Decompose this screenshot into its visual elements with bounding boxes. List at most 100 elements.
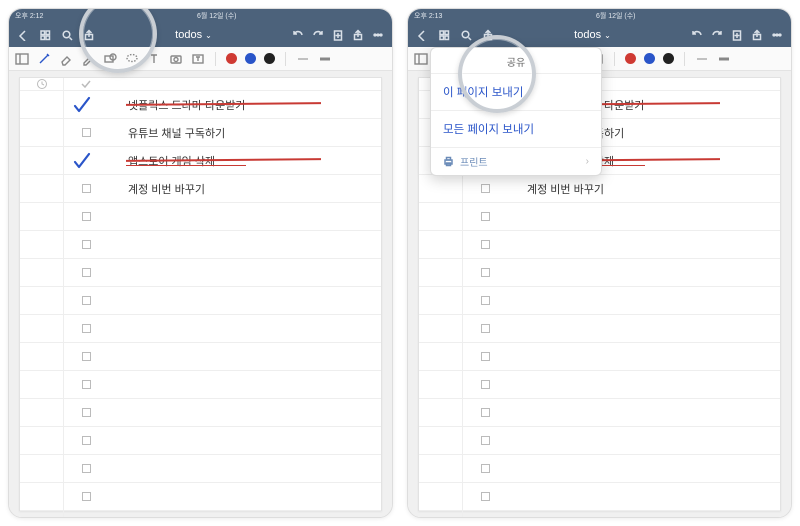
thick-line-icon[interactable] [717,52,731,66]
nav-title[interactable]: todos ⌄ [105,29,282,41]
text-icon[interactable] [147,52,161,66]
color-red[interactable] [226,53,237,64]
lasso-icon[interactable] [125,52,139,66]
highlighter-icon[interactable] [81,52,95,66]
row-checkbox[interactable] [64,399,108,426]
todo-label[interactable] [507,259,780,286]
todo-label[interactable] [108,399,381,426]
popover-print[interactable]: 프린트 › [431,148,601,175]
nav-title[interactable]: todos ⌄ [504,29,681,41]
todo-label[interactable] [108,315,381,342]
todo-label[interactable] [108,455,381,482]
row-checkbox[interactable] [64,287,108,314]
row-checkbox[interactable] [64,511,108,517]
export-icon[interactable] [751,29,763,41]
grid-icon[interactable] [39,29,51,41]
row-checkbox[interactable] [463,455,507,482]
share-icon[interactable] [83,29,95,41]
thin-line-icon[interactable] [296,52,310,66]
add-page-icon[interactable] [731,29,743,41]
color-black[interactable] [663,53,674,64]
pen-icon[interactable] [37,52,51,66]
color-blue[interactable] [644,53,655,64]
camera-icon[interactable] [169,52,183,66]
textbox-icon[interactable] [191,52,205,66]
todo-label[interactable] [108,511,381,517]
row-checkbox[interactable] [463,483,507,510]
row-checkbox[interactable] [463,287,507,314]
share-icon[interactable] [482,29,494,41]
page[interactable]: 넷플릭스 드라마 다운받기유튜브 채널 구독하기앱스토어 게임 삭제계정 비번 … [19,77,382,511]
color-red[interactable] [625,53,636,64]
todo-label[interactable]: 계정 비번 바꾸기 [108,175,381,202]
redo-icon[interactable] [711,29,723,41]
todo-label[interactable] [507,231,780,258]
add-page-icon[interactable] [332,29,344,41]
todo-label[interactable] [507,455,780,482]
search-icon[interactable] [460,29,472,41]
row-checkbox[interactable] [64,175,108,202]
todo-label[interactable] [108,483,381,510]
row-checkbox[interactable] [463,259,507,286]
todo-label[interactable]: 계정 비번 바꾸기 [507,175,780,202]
row-checkbox[interactable] [64,455,108,482]
shape-icon[interactable] [103,52,117,66]
eraser-icon[interactable] [59,52,73,66]
color-black[interactable] [264,53,275,64]
row-checkbox[interactable] [463,315,507,342]
sidebar-icon[interactable] [15,52,29,66]
back-icon[interactable] [416,29,428,41]
undo-icon[interactable] [292,29,304,41]
row-checkbox[interactable] [64,119,108,146]
row-checkbox[interactable] [64,371,108,398]
todo-label[interactable]: 넷플릭스 드라마 다운받기 [108,91,381,118]
row-checkbox[interactable] [64,343,108,370]
row-checkbox[interactable] [463,175,507,202]
export-icon[interactable] [352,29,364,41]
todo-label[interactable] [108,371,381,398]
thick-line-icon[interactable] [318,52,332,66]
row-checkbox[interactable] [64,203,108,230]
row-checkbox[interactable] [64,231,108,258]
todo-label[interactable] [507,511,780,517]
todo-label[interactable] [108,231,381,258]
more-icon[interactable] [771,29,783,41]
todo-label[interactable] [108,203,381,230]
todo-label[interactable] [507,399,780,426]
row-checkbox[interactable] [463,231,507,258]
row-checkbox[interactable] [64,91,108,118]
todo-label[interactable] [108,427,381,454]
todo-label[interactable] [507,203,780,230]
row-checkbox[interactable] [463,203,507,230]
todo-label[interactable] [507,371,780,398]
redo-icon[interactable] [312,29,324,41]
row-checkbox[interactable] [64,315,108,342]
grid-icon[interactable] [438,29,450,41]
row-checkbox[interactable] [64,259,108,286]
row-checkbox[interactable] [463,511,507,517]
row-checkbox[interactable] [463,371,507,398]
row-checkbox[interactable] [64,427,108,454]
back-icon[interactable] [17,29,29,41]
todo-label[interactable] [507,483,780,510]
todo-label[interactable]: 앱스토어 게임 삭제 [108,147,381,174]
row-checkbox[interactable] [463,399,507,426]
todo-label[interactable] [108,343,381,370]
row-checkbox[interactable] [463,343,507,370]
todo-label[interactable] [108,259,381,286]
thin-line-icon[interactable] [695,52,709,66]
popover-export-all[interactable]: 모든 페이지 보내기 [431,111,601,148]
todo-label[interactable] [507,343,780,370]
todo-label[interactable] [507,315,780,342]
search-icon[interactable] [61,29,73,41]
todo-label[interactable]: 유튜브 채널 구독하기 [108,119,381,146]
todo-label[interactable] [507,287,780,314]
row-checkbox[interactable] [64,483,108,510]
row-checkbox[interactable] [64,147,108,174]
sidebar-icon[interactable] [414,52,428,66]
todo-label[interactable] [507,427,780,454]
row-checkbox[interactable] [463,427,507,454]
undo-icon[interactable] [691,29,703,41]
more-icon[interactable] [372,29,384,41]
todo-label[interactable] [108,287,381,314]
